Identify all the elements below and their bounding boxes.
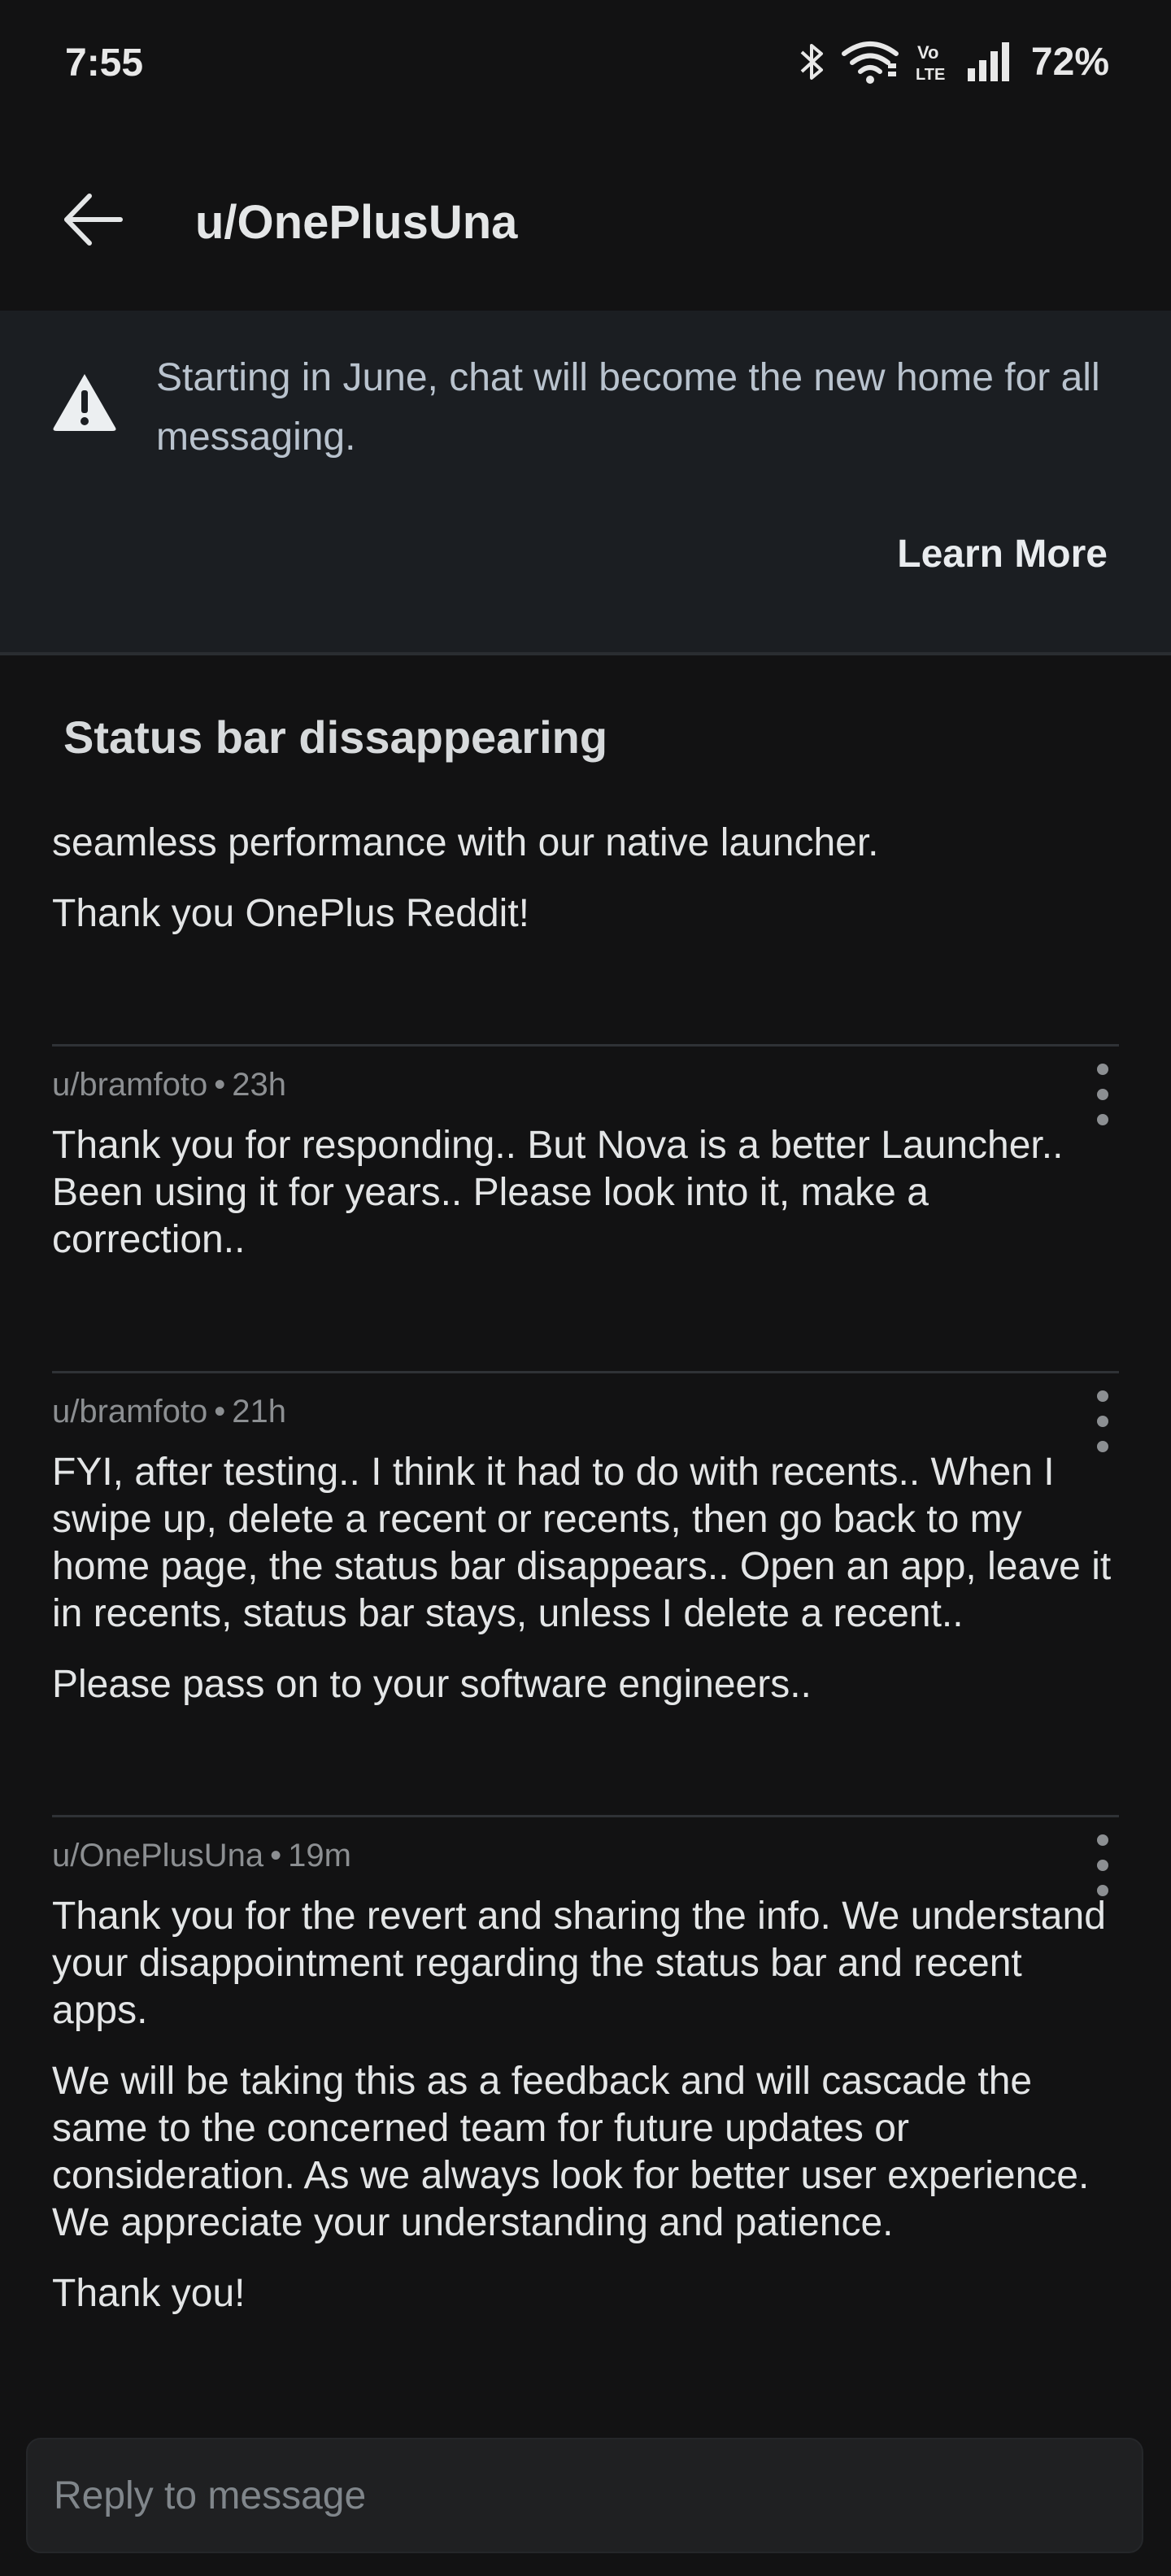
status-icons: Vo LTE 72% (799, 39, 1109, 85)
message-author[interactable]: u/OnePlusUna (52, 1838, 263, 1873)
status-time: 7:55 (65, 41, 144, 85)
back-arrow-icon (64, 194, 123, 246)
divider (52, 1371, 1119, 1373)
message-item: u/bramfoto • 21h FYI, after testing.. I th… (52, 1387, 1119, 1732)
learn-more-button[interactable]: Learn More (897, 532, 1108, 577)
message-paragraph: Thank you for responding.. But Nova is a… (52, 1124, 1064, 1261)
message-author[interactable]: u/bramfoto (52, 1394, 207, 1429)
original-message-body: seamless performance with our native lau… (52, 820, 1109, 961)
reply-placeholder: Reply to message (54, 2474, 367, 2517)
message-meta: u/bramfoto • 23h (52, 1067, 286, 1103)
message-body: Thank you for responding.. But Nova is a… (52, 1122, 1119, 1264)
message-time: 23h (232, 1067, 286, 1103)
message-paragraph: We will be taking this as a feedback and… (52, 2060, 1090, 2244)
signal-icon (966, 39, 1015, 85)
message-time: 19m (288, 1838, 351, 1873)
message-item: u/bramfoto • 23h Thank you for responding.… (52, 1060, 1119, 1287)
more-options-icon[interactable] (1086, 1390, 1119, 1452)
status-bar: 7:55 Vo LTE 72% (0, 0, 1171, 130)
message-paragraph: FYI, after testing.. I think it had to d… (52, 1451, 1112, 1635)
message-meta: u/OnePlusUna • 19m (52, 1838, 351, 1873)
page-title: u/OnePlusUna (195, 196, 518, 249)
message-time: 21h (232, 1394, 286, 1429)
banner-message: Starting in June, chat will become the n… (156, 356, 1100, 459)
message-author[interactable]: u/bramfoto (52, 1067, 207, 1103)
message-paragraph: Thank you for the revert and sharing the… (52, 1895, 1106, 2032)
message-thread-screen: 7:55 Vo LTE 72% u/OnePlusUna Starting in… (0, 0, 1171, 2576)
app-header: u/OnePlusUna (0, 130, 1171, 311)
more-options-icon[interactable] (1086, 1064, 1119, 1125)
message-meta: u/bramfoto • 21h (52, 1394, 286, 1429)
battery-level: 72% (1030, 40, 1109, 84)
bluetooth-icon (799, 39, 826, 85)
more-options-icon[interactable] (1086, 1834, 1119, 1896)
message-paragraph: seamless performance with our native lau… (52, 821, 879, 864)
svg-text:LTE: LTE (916, 66, 945, 84)
reply-input[interactable]: Reply to message (26, 2438, 1143, 2553)
svg-text:Vo: Vo (917, 42, 938, 63)
message-paragraph: Thank you! (52, 2272, 246, 2315)
back-button[interactable] (54, 181, 132, 259)
wifi-icon (841, 39, 899, 85)
message-item: u/OnePlusUna • 19m Thank you for the rever… (52, 1831, 1119, 2341)
divider (52, 1815, 1119, 1817)
thread-subject: Status bar dissappearing (63, 711, 608, 763)
message-paragraph: Thank you OnePlus Reddit! (52, 892, 529, 935)
message-paragraph: Please pass on to your software engineer… (52, 1663, 812, 1706)
chat-migration-banner: Starting in June, chat will become the n… (0, 311, 1171, 655)
volte-icon: Vo LTE (914, 39, 951, 85)
message-body: Thank you for the revert and sharing the… (52, 1893, 1119, 2317)
divider (52, 1044, 1119, 1046)
warning-icon (53, 374, 116, 431)
message-body: FYI, after testing.. I think it had to d… (52, 1449, 1119, 1708)
